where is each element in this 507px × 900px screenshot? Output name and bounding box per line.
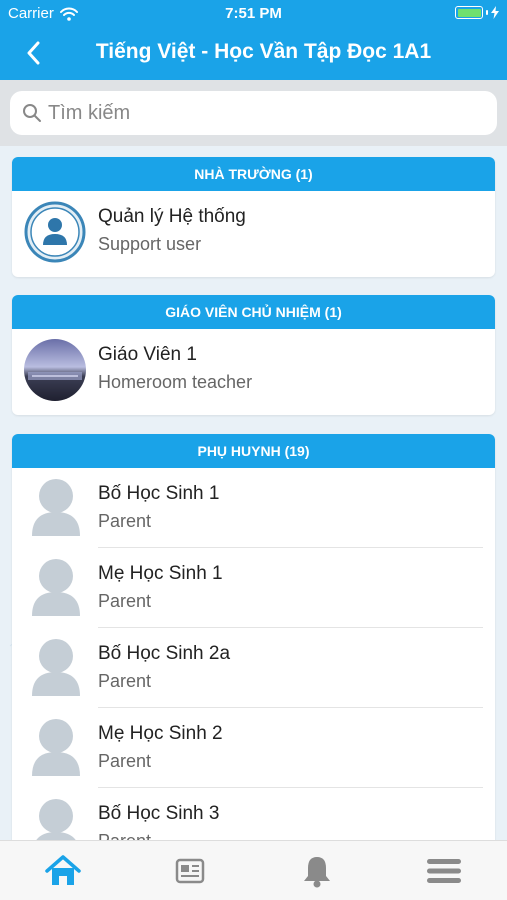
search-bar bbox=[0, 80, 507, 146]
person-placeholder-icon bbox=[32, 719, 80, 776]
contact-role: Parent bbox=[98, 751, 152, 771]
person-placeholder-icon bbox=[32, 639, 80, 696]
person-placeholder-icon bbox=[32, 559, 80, 616]
section-school-header: NHÀ TRƯỜNG (1) bbox=[12, 157, 495, 191]
menu-icon bbox=[427, 859, 461, 883]
tab-news[interactable] bbox=[170, 851, 210, 891]
section-homeroom: GIÁO VIÊN CHỦ NHIỆM (1) Giáo Viên 1 Home… bbox=[12, 295, 495, 415]
contact-name: Bố Học Sinh 1 bbox=[98, 483, 220, 504]
contact-role: Parent bbox=[98, 831, 151, 840]
charging-icon bbox=[491, 6, 499, 19]
search-box[interactable] bbox=[10, 91, 497, 135]
admin-avatar bbox=[24, 201, 86, 263]
back-button[interactable] bbox=[16, 36, 50, 70]
section-homeroom-header: GIÁO VIÊN CHỦ NHIỆM (1) bbox=[12, 295, 495, 329]
bell-icon bbox=[304, 857, 330, 888]
contact-name: Giáo Viên 1 bbox=[98, 344, 197, 365]
contact-name: Mẹ Học Sinh 2 bbox=[98, 723, 223, 744]
section-parents: PHỤ HUYNH (19) Bố Học Sinh 1 Parent Mẹ H… bbox=[12, 434, 495, 840]
tab-home[interactable] bbox=[43, 851, 83, 891]
tab-menu[interactable] bbox=[424, 851, 464, 891]
battery-icon bbox=[455, 6, 483, 19]
search-icon bbox=[23, 104, 41, 122]
list-item[interactable]: Quản lý Hệ thống Support user bbox=[12, 191, 495, 277]
battery-indicator bbox=[455, 6, 499, 19]
list-item[interactable]: Mẹ Học Sinh 2 Parent bbox=[12, 708, 495, 788]
tab-bar bbox=[0, 840, 507, 900]
search-input[interactable] bbox=[48, 101, 468, 125]
status-time: 7:51 PM bbox=[225, 5, 282, 22]
list-item[interactable]: Bố Học Sinh 3 Parent bbox=[12, 788, 495, 840]
contact-role: Support user bbox=[98, 234, 202, 254]
section-school: NHÀ TRƯỜNG (1) Quản lý Hệ thống Support … bbox=[12, 157, 495, 277]
list-item[interactable]: Giáo Viên 1 Homeroom teacher bbox=[12, 329, 495, 415]
contact-name: Quản lý Hệ thống bbox=[98, 206, 246, 227]
list-item[interactable]: Bố Học Sinh 2a Parent bbox=[12, 628, 495, 708]
contact-list[interactable]: NHÀ TRƯỜNG (1) Quản lý Hệ thống Support … bbox=[0, 146, 507, 840]
contact-role: Parent bbox=[98, 671, 152, 691]
list-item[interactable]: Mẹ Học Sinh 1 Parent bbox=[12, 548, 495, 628]
contact-name: Bố Học Sinh 3 bbox=[98, 803, 220, 824]
list-item[interactable]: Bố Học Sinh 1 Parent bbox=[12, 468, 495, 548]
section-parents-header: PHỤ HUYNH (19) bbox=[12, 434, 495, 468]
teacher-avatar-photo bbox=[24, 339, 86, 401]
news-icon bbox=[175, 858, 205, 884]
person-placeholder-icon bbox=[32, 479, 80, 536]
page-title: Tiếng Việt - Học Vần Tập Đọc 1A1 bbox=[95, 40, 432, 63]
contact-name: Bố Học Sinh 2a bbox=[98, 643, 231, 664]
home-icon bbox=[45, 855, 81, 885]
chevron-left-icon bbox=[27, 41, 40, 65]
nav-row: Tiếng Việt - Học Vần Tập Đọc 1A1 bbox=[0, 28, 507, 78]
status-bar: Carrier 7:51 PM bbox=[0, 0, 507, 28]
contact-role: Parent bbox=[98, 511, 152, 531]
contact-name: Mẹ Học Sinh 1 bbox=[98, 563, 223, 584]
person-placeholder-icon bbox=[36, 799, 76, 840]
tab-notifications[interactable] bbox=[297, 851, 337, 891]
contact-role: Homeroom teacher bbox=[98, 372, 253, 392]
contact-role: Parent bbox=[98, 591, 152, 611]
top-bar: Carrier 7:51 PM Tiếng Việt - Học Vần Tập… bbox=[0, 0, 507, 80]
